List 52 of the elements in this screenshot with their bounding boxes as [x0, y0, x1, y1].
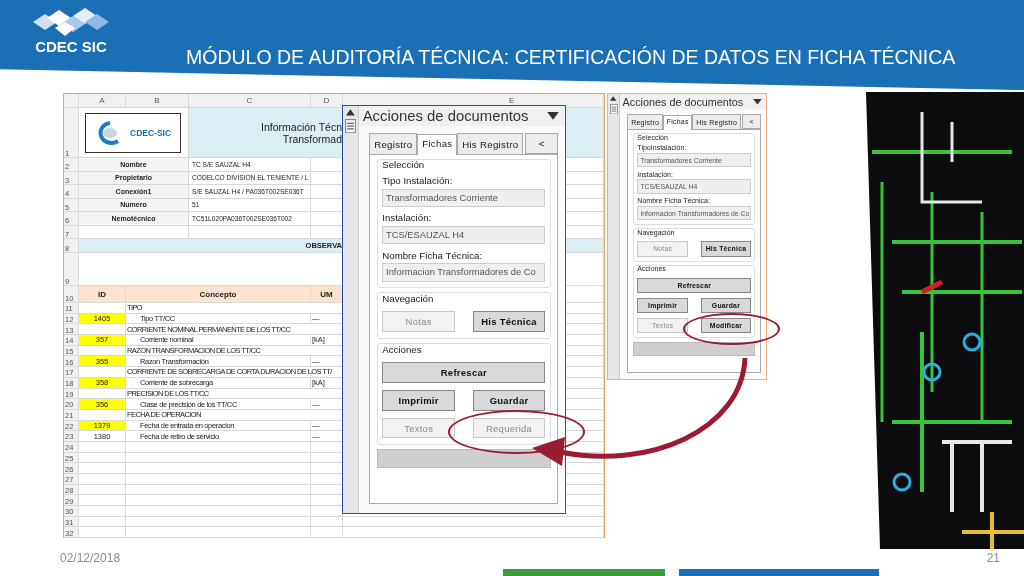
input-field[interactable]: Transformadores Corriente	[382, 188, 546, 208]
action-button[interactable]: Refrescar	[382, 361, 546, 383]
table-cell	[79, 484, 126, 496]
scroll-tabs-button[interactable]: <	[525, 132, 559, 155]
group-label: Acciones	[382, 343, 423, 355]
field-label: Instalación:	[382, 212, 433, 224]
logo-icon	[33, 8, 109, 36]
panel-title: Acciones de documentos	[362, 108, 529, 125]
table-cell	[79, 441, 126, 453]
grip-icon[interactable]	[609, 103, 618, 114]
table-cell	[79, 409, 126, 421]
grip-icon[interactable]	[345, 119, 357, 134]
slide-date: 02/12/2018	[60, 551, 121, 565]
column-header: B	[126, 94, 189, 108]
table-cell: UM	[311, 286, 343, 303]
tab[interactable]: Fichas	[417, 133, 458, 156]
sheet-title: Información Técn	[261, 120, 342, 133]
sheet-title: Transformad	[282, 132, 342, 145]
table-cell	[79, 527, 126, 539]
table-cell: ID	[79, 286, 126, 303]
table-cell	[79, 495, 126, 507]
table-cell	[311, 516, 343, 528]
action-button[interactable]: Guardar	[472, 389, 546, 411]
field-label: Nombre Ficha Técnica:	[382, 249, 484, 261]
tab[interactable]: Registro	[369, 132, 418, 155]
slide-title: MÓDULO DE AUDITORÍA TÉCNICA: CERTIFICACIÓN DE DATOS EN FICHA TÉCNICA	[186, 46, 956, 69]
table-cell	[79, 474, 126, 485]
column-header: A	[79, 94, 126, 108]
group-label: Selección	[382, 159, 426, 171]
panel-title: Acciones de documentos	[622, 95, 744, 108]
table-cell	[79, 303, 126, 314]
table-cell	[79, 516, 126, 528]
tab[interactable]: His Registro	[457, 132, 524, 155]
table-cell	[79, 463, 126, 474]
input-field[interactable]: TCS/ESAUZAL H4	[382, 225, 546, 245]
table-cell	[79, 367, 126, 378]
column-header: D	[311, 94, 343, 108]
logo-text: CDEC SIC	[35, 38, 107, 55]
action-button[interactable]: His Técnica	[472, 311, 546, 333]
table-cell: Concepto	[126, 286, 311, 303]
logo-text: CDEC-SIC	[130, 127, 172, 138]
table-cell	[311, 527, 343, 539]
input-field[interactable]: Informacion Transformadores de Co	[382, 262, 546, 282]
dropdown-icon[interactable]	[753, 98, 762, 105]
column-header: C	[189, 94, 311, 108]
dropdown-icon[interactable]	[547, 112, 560, 121]
field-label: Tipo Instalación:	[382, 175, 454, 187]
page-number: 21	[986, 551, 1000, 565]
group-label: Navegación	[382, 293, 435, 305]
table-cell	[79, 506, 126, 517]
action-button[interactable]: Imprimir	[382, 389, 456, 411]
table-cell	[79, 452, 126, 464]
